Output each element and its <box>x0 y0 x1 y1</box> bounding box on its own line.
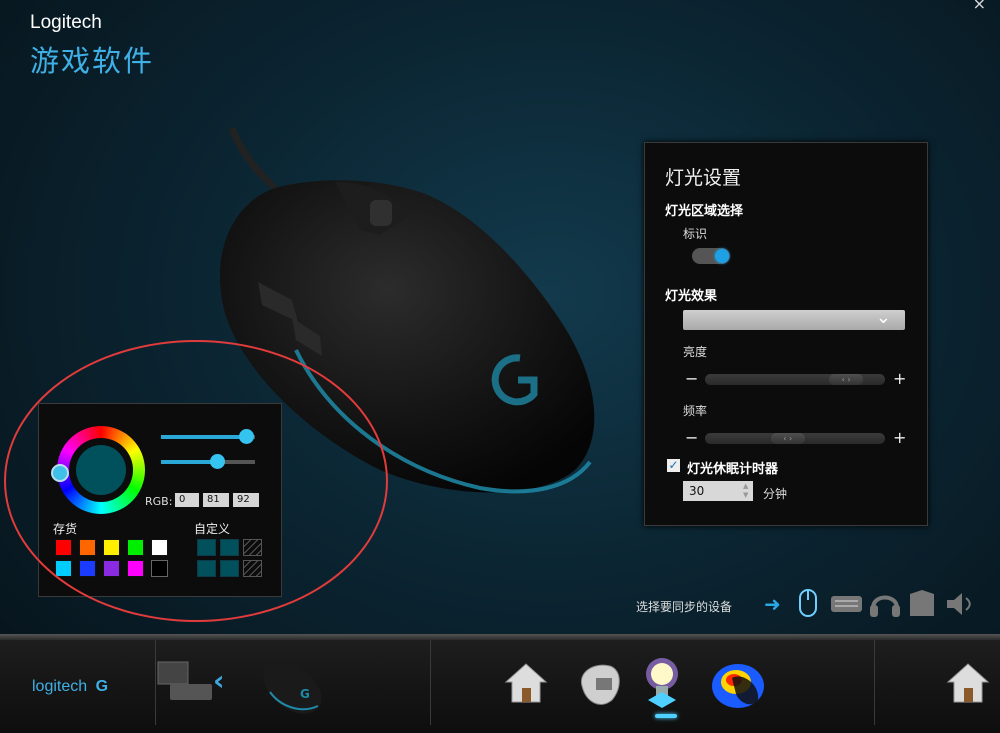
home-icon[interactable] <box>502 658 550 706</box>
sleep-timer-unit: 分钟 <box>763 487 788 501</box>
headset-icon[interactable] <box>868 588 902 620</box>
rate-plus-button[interactable]: + <box>893 430 906 446</box>
sleep-timer-checkbox[interactable]: ✓ <box>667 459 680 472</box>
chevron-down-icon: ⌄ <box>875 307 891 328</box>
g-logo-icon: G <box>95 678 109 695</box>
chevron-left-icon[interactable]: ‹ <box>213 664 225 697</box>
highlight-ellipse <box>4 340 388 622</box>
logo-wordmark: logitech <box>32 678 88 695</box>
devices-computer-icon[interactable] <box>156 658 214 706</box>
bar-top-edge <box>0 634 1000 640</box>
brightness-plus-button[interactable]: + <box>893 371 906 387</box>
rate-slider[interactable]: ‹ › <box>705 433 885 444</box>
effect-section-title: 灯光效果 <box>665 289 718 304</box>
active-tab-indicator <box>655 714 677 718</box>
zone-logo-label: 标识 <box>683 227 708 241</box>
lighting-settings-panel: 灯光设置 灯光区域选择 标识 灯光效果 ⌄ 亮度 − ‹ › + 频率 − ‹ … <box>644 142 928 526</box>
lighting-icon[interactable] <box>640 656 684 712</box>
sync-devices-label: 选择要同步的设备 <box>636 600 733 614</box>
home-icon[interactable] <box>944 658 992 706</box>
lighting-title: 灯光设置 <box>665 167 742 189</box>
brightness-slider[interactable]: ‹ › <box>705 374 885 385</box>
speaker-icon[interactable] <box>944 588 976 620</box>
selected-device-mouse-icon[interactable]: G <box>254 648 330 720</box>
spin-arrows-icon[interactable]: ▲ ▼ <box>743 482 751 500</box>
sleep-timer-value: 30 <box>689 484 705 498</box>
rate-label: 频率 <box>683 404 708 418</box>
effect-dropdown[interactable]: ⌄ <box>683 307 905 330</box>
customize-buttons-icon[interactable] <box>572 656 624 708</box>
brightness-slider-thumb[interactable]: ‹ › <box>829 374 864 385</box>
keyboard-icon[interactable] <box>830 594 864 614</box>
divider <box>430 640 431 725</box>
heatmap-icon[interactable] <box>708 660 770 712</box>
brightness-label: 亮度 <box>683 345 708 359</box>
sleep-timer-label: 灯光休眠计时器 <box>687 462 779 477</box>
arrow-right-icon: ➜ <box>764 592 781 616</box>
rate-slider-thumb[interactable]: ‹ › <box>770 433 805 444</box>
toggle-knob <box>715 249 729 263</box>
sleep-timer-input[interactable]: 30 ▲ ▼ <box>683 481 753 501</box>
zone-logo-toggle[interactable] <box>692 248 730 264</box>
divider <box>874 640 875 725</box>
speaker-box-icon[interactable] <box>908 588 936 620</box>
logitech-logo: logitech G <box>32 678 108 696</box>
brightness-minus-button[interactable]: − <box>685 371 698 387</box>
mouse-icon[interactable] <box>798 588 820 620</box>
bottom-nav-bar: logitech G ‹ G <box>0 634 1000 733</box>
zone-section-title: 灯光区域选择 <box>665 204 744 219</box>
rate-minus-button[interactable]: − <box>685 430 698 446</box>
svg-text:G: G <box>300 687 310 701</box>
